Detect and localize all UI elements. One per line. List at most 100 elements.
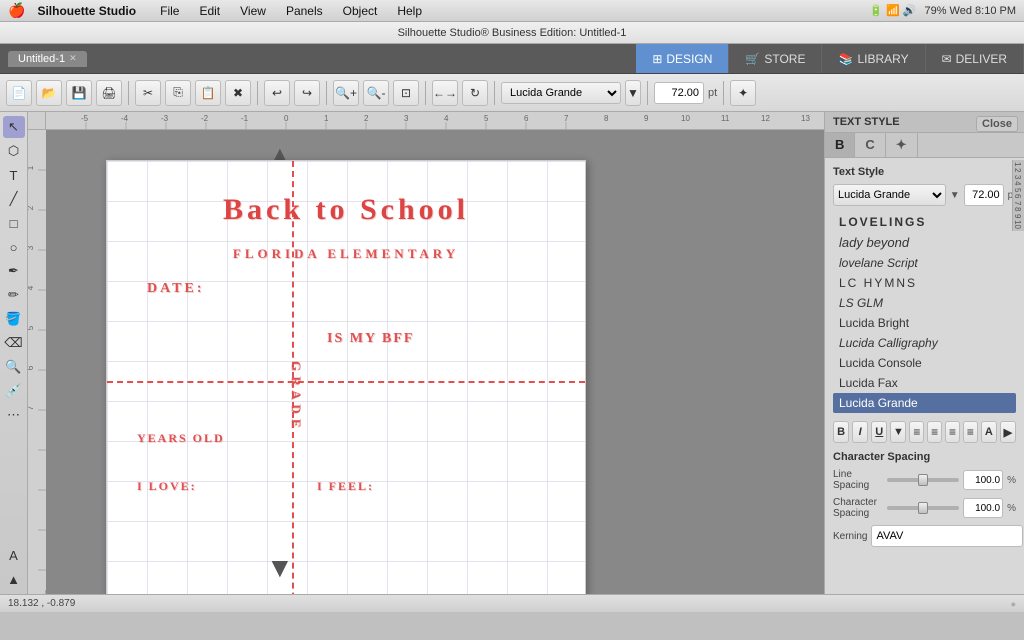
svg-text:7: 7 — [28, 405, 35, 410]
tab-design[interactable]: ⊞ DESIGN — [636, 44, 729, 73]
pencil-tool[interactable]: ✏ — [3, 284, 25, 306]
font-list-item-lovelings[interactable]: LOVELINGS — [833, 212, 1016, 232]
move-btn[interactable]: ←→ — [432, 80, 458, 106]
left-toolbar: ↖ ⬡ T ╱ □ ○ ✒ ✏ 🪣 ⌫ 🔍 💉 ⋯ A ▲ — [0, 112, 28, 594]
font-list-item-lovelane[interactable]: lovelane Script — [833, 253, 1016, 273]
menu-object[interactable]: Object — [335, 4, 386, 18]
canvas-text-grade[interactable]: G R A D E — [287, 361, 305, 429]
line-spacing-thumb[interactable] — [918, 474, 928, 486]
bottom-tool-1[interactable]: A — [3, 544, 25, 566]
copy-btn[interactable]: ⎘ — [165, 80, 191, 106]
toolbar-font-size[interactable] — [654, 82, 704, 104]
bottom-tool-2[interactable]: ▲ — [3, 568, 25, 590]
save-btn[interactable]: 💾 — [66, 80, 92, 106]
document-tab[interactable]: Untitled-1 ✕ — [8, 51, 87, 67]
canvas-text-ifeel[interactable]: I FEEL: — [317, 479, 374, 494]
redo-btn[interactable]: ↪ — [294, 80, 320, 106]
char-spacing-value[interactable] — [963, 498, 1003, 518]
font-list-item-ladybeyond[interactable]: lady beyond — [833, 232, 1016, 253]
underline-arrow[interactable]: ▼ — [890, 421, 906, 443]
font-list-item-lucidacalligraphy[interactable]: Lucida Calligraphy — [833, 333, 1016, 353]
star-btn[interactable]: ✦ — [730, 80, 756, 106]
font-select[interactable]: Lucida Grande — [833, 184, 946, 206]
toolbar-font-select[interactable]: Lucida Grande — [501, 82, 621, 104]
line-spacing-value[interactable] — [963, 470, 1003, 490]
panel-tab-c[interactable]: C — [855, 133, 885, 157]
char-spacing-thumb[interactable] — [918, 502, 928, 514]
canvas-text-date[interactable]: DATE: — [147, 281, 205, 297]
menu-view[interactable]: View — [232, 4, 274, 18]
tab-close-icon[interactable]: ✕ — [69, 53, 77, 64]
new-btn[interactable]: 📄 — [6, 80, 32, 106]
scroll-down-arrow[interactable]: ▼ — [266, 552, 294, 584]
right-panel: TEXT STYLE Close B C ✦ Text Style Lucida… — [824, 112, 1024, 594]
char-spacing-slider[interactable] — [887, 506, 959, 510]
font-list-item-lucidagrande[interactable]: Lucida Grande — [833, 393, 1016, 413]
fill-tool[interactable]: 🪣 — [3, 308, 25, 330]
font-list-item-lucidabright[interactable]: Lucida Bright — [833, 313, 1016, 333]
zoom-in-btn[interactable]: 🔍+ — [333, 80, 359, 106]
select-tool[interactable]: ↖ — [3, 116, 25, 138]
canvas-text-florida[interactable]: FLORIDA ELEMENTARY — [131, 246, 561, 262]
print-btn[interactable]: 🖨 — [96, 80, 122, 106]
rotate-btn[interactable]: ↻ — [462, 80, 488, 106]
line-tool[interactable]: ╱ — [3, 188, 25, 210]
paper-canvas[interactable]: Back to School FLORIDA ELEMENTARY DATE: … — [106, 160, 586, 594]
zoom-fit-btn[interactable]: ⊡ — [393, 80, 419, 106]
zoom-tool[interactable]: 🔍 — [3, 356, 25, 378]
sep7 — [723, 81, 724, 105]
align-left-btn[interactable]: ≡ — [909, 421, 924, 443]
undo-btn[interactable]: ↩ — [264, 80, 290, 106]
font-select-arrow[interactable]: ▼ — [950, 190, 960, 201]
svg-text:2: 2 — [28, 205, 35, 210]
canvas-text-yearsold[interactable]: YEARS OLD — [137, 431, 225, 446]
canvas-text-backtoschool[interactable]: Back to School — [127, 193, 565, 227]
eraser-tool[interactable]: ⌫ — [3, 332, 25, 354]
cut-btn[interactable]: ✂ — [135, 80, 161, 106]
delete-btn[interactable]: ✖ — [225, 80, 251, 106]
paste-btn[interactable]: 📋 — [195, 80, 221, 106]
font-list-item-lsglm[interactable]: LS GLM — [833, 293, 1016, 313]
align-right-btn[interactable]: ≡ — [945, 421, 960, 443]
shape-tool[interactable]: □ — [3, 212, 25, 234]
node-tool[interactable]: ⬡ — [3, 140, 25, 162]
font-list-item-lucidaconsole[interactable]: Lucida Console — [833, 353, 1016, 373]
menu-file[interactable]: File — [152, 4, 187, 18]
text-tool[interactable]: T — [3, 164, 25, 186]
panel-body: Text Style Lucida Grande ▼ pt LOVELINGS … — [825, 158, 1024, 594]
extra-tool[interactable]: ⋯ — [3, 404, 25, 426]
menu-panels[interactable]: Panels — [278, 4, 331, 18]
font-list-item-lucidafax[interactable]: Lucida Fax — [833, 373, 1016, 393]
font-size-input[interactable] — [964, 184, 1004, 206]
open-btn[interactable]: 📂 — [36, 80, 62, 106]
tab-deliver[interactable]: ✉ DELIVER — [926, 44, 1024, 73]
line-spacing-slider[interactable] — [887, 478, 959, 482]
menu-help[interactable]: Help — [389, 4, 430, 18]
tab-store[interactable]: 🛒 STORE — [729, 44, 822, 73]
zoom-out-btn[interactable]: 🔍- — [363, 80, 389, 106]
pen-tool[interactable]: ✒ — [3, 260, 25, 282]
panel-close-button[interactable]: Close — [976, 116, 1018, 132]
italic-button[interactable]: I — [852, 421, 868, 443]
character-spacing-section: Character Spacing Line Spacing % Charact… — [833, 451, 1016, 547]
align-justify-btn[interactable]: ≡ — [963, 421, 978, 443]
text-style-a-btn[interactable]: A — [981, 421, 997, 443]
canvas-text-ismybff[interactable]: IS MY BFF — [327, 331, 414, 347]
svg-text:4: 4 — [28, 285, 35, 290]
char-spacing-label: Character Spacing — [833, 497, 883, 519]
canvas-text-ilove[interactable]: I LOVE: — [137, 479, 197, 494]
underline-button[interactable]: U — [871, 421, 887, 443]
font-list-item-lchymns[interactable]: LC HYMNS — [833, 273, 1016, 293]
bold-button[interactable]: B — [833, 421, 849, 443]
panel-tab-b[interactable]: B — [825, 133, 855, 157]
align-center-btn[interactable]: ≡ — [927, 421, 942, 443]
eyedrop-tool[interactable]: 💉 — [3, 380, 25, 402]
text-style-extra-btn[interactable]: ▶ — [1000, 421, 1016, 443]
toolbar-font-arrow[interactable]: ▼ — [625, 80, 641, 106]
tab-library[interactable]: 📚 LIBRARY — [822, 44, 925, 73]
ellipse-tool[interactable]: ○ — [3, 236, 25, 258]
kerning-input[interactable] — [871, 525, 1023, 547]
menu-edit[interactable]: Edit — [191, 4, 228, 18]
panel-tab-star[interactable]: ✦ — [886, 133, 918, 157]
apple-logo[interactable]: 🍎 — [8, 2, 25, 19]
